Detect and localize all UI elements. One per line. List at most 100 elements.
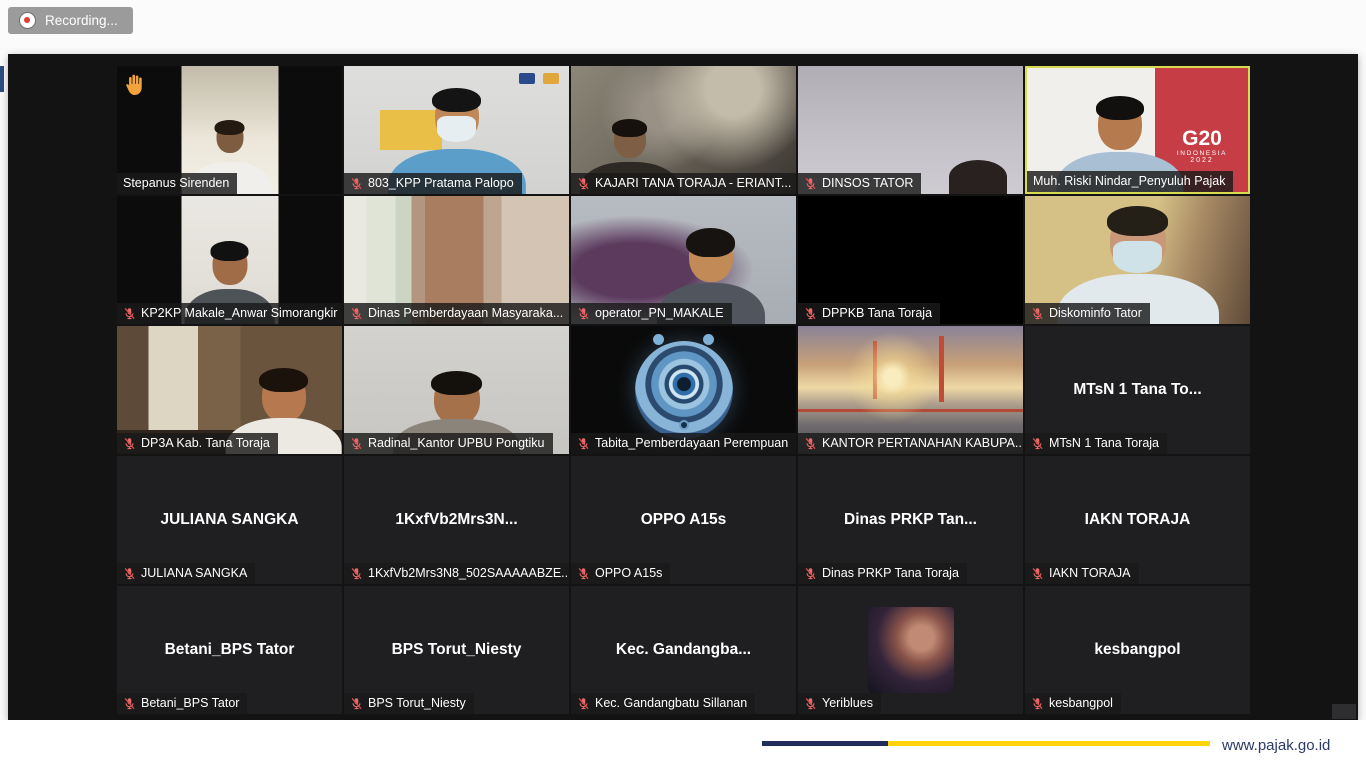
participant-name: OPPO A15s <box>595 566 662 580</box>
participant-display-name: BPS Torut_Niesty <box>392 641 522 659</box>
participant-name-label: DINSOS TATOR <box>798 173 921 194</box>
participant-tile[interactable]: DPPKB Tana Toraja <box>798 196 1023 324</box>
participant-tile[interactable]: Stepanus Sirenden <box>117 66 342 194</box>
participant-name-label: Diskominfo Tator <box>1025 303 1150 324</box>
video-conference-window: Stepanus Sirenden 803_KPP Pratama Palopo <box>8 54 1358 720</box>
footer-url: www.pajak.go.id <box>1222 737 1330 754</box>
participant-tile[interactable]: Kec. Gandangba... Kec. Gandangbatu Silla… <box>571 586 796 714</box>
participant-tile[interactable]: OPPO A15s OPPO A15s <box>571 456 796 584</box>
record-dot-icon <box>19 12 36 29</box>
participant-tile[interactable]: Radinal_Kantor UPBU Pongtiku <box>344 326 569 454</box>
desktop: Recording... Stepanus Sirenden <box>0 0 1366 772</box>
participant-tile[interactable]: DINSOS TATOR <box>798 66 1023 194</box>
participant-tile[interactable]: JULIANA SANGKA JULIANA SANGKA <box>117 456 342 584</box>
muted-mic-icon <box>577 307 590 320</box>
muted-mic-icon <box>350 567 363 580</box>
participant-name: BPS Torut_Niesty <box>368 696 466 710</box>
participant-name: Muh. Riski Nindar_Penyuluh Pajak <box>1033 174 1225 188</box>
participant-name: Radinal_Kantor UPBU Pongtiku <box>368 436 545 450</box>
participant-name-label: KAJARI TANA TORAJA - ERIANT... <box>571 173 796 194</box>
participant-name-label: DPPKB Tana Toraja <box>798 303 940 324</box>
top-strip: Recording... <box>0 0 1366 54</box>
participant-name: Kec. Gandangbatu Sillanan <box>595 696 747 710</box>
participant-name: Yeriblues <box>822 696 873 710</box>
g20-year-text: 2022 <box>1164 157 1240 164</box>
participant-tile[interactable]: Tabita_Pemberdayaan Perempuan <box>571 326 796 454</box>
participant-tile[interactable]: KANTOR PERTANAHAN KABUPA... <box>798 326 1023 454</box>
muted-mic-icon <box>1031 437 1044 450</box>
muted-mic-icon <box>350 697 363 710</box>
participant-name: Stepanus Sirenden <box>123 176 229 190</box>
participant-tile[interactable]: operator_PN_MAKALE <box>571 196 796 324</box>
participant-tile[interactable]: BPS Torut_Niesty BPS Torut_Niesty <box>344 586 569 714</box>
scrollbar-corner[interactable] <box>1332 704 1356 719</box>
muted-mic-icon <box>577 567 590 580</box>
muted-mic-icon <box>577 437 590 450</box>
muted-mic-icon <box>1031 567 1044 580</box>
participant-display-name: 1KxfVb2Mrs3N... <box>395 511 517 529</box>
participant-tile[interactable]: 803_KPP Pratama Palopo <box>344 66 569 194</box>
participant-name: Dinas PRKP Tana Toraja <box>822 566 959 580</box>
recording-label: Recording... <box>45 13 118 28</box>
muted-mic-icon <box>804 437 817 450</box>
muted-mic-icon <box>804 567 817 580</box>
participant-name-label: IAKN TORAJA <box>1025 563 1139 584</box>
participant-display-name: IAKN TORAJA <box>1085 511 1191 529</box>
participant-tile[interactable]: Dinas PRKP Tan... Dinas PRKP Tana Toraja <box>798 456 1023 584</box>
participant-name: Betani_BPS Tator <box>141 696 239 710</box>
participant-name: DINSOS TATOR <box>822 176 913 190</box>
participant-tile[interactable]: MTsN 1 Tana To... MTsN 1 Tana Toraja <box>1025 326 1250 454</box>
participant-tile[interactable]: Diskominfo Tator <box>1025 196 1250 324</box>
participant-name: IAKN TORAJA <box>1049 566 1131 580</box>
participant-name-label: 1KxfVb2Mrs3N8_502SAAAAABZE... <box>344 563 569 584</box>
participant-tile[interactable]: kesbangpol kesbangpol <box>1025 586 1250 714</box>
muted-mic-icon <box>123 307 136 320</box>
participant-tile[interactable]: IAKN TORAJA IAKN TORAJA <box>1025 456 1250 584</box>
footer: www.pajak.go.id <box>0 720 1366 772</box>
muted-mic-icon <box>804 177 817 190</box>
muted-mic-icon <box>123 697 136 710</box>
participant-display-name: Kec. Gandangba... <box>616 641 751 659</box>
participant-name-label: JULIANA SANGKA <box>117 563 255 584</box>
participant-tile-active-speaker[interactable]: G20 INDONESIA 2022 Muh. Riski Nindar_Pen… <box>1025 66 1250 194</box>
participant-name-label: 803_KPP Pratama Palopo <box>344 173 522 194</box>
muted-mic-icon <box>804 697 817 710</box>
participant-name: KANTOR PERTANAHAN KABUPA... <box>822 436 1023 450</box>
participant-name: Tabita_Pemberdayaan Perempuan <box>595 436 788 450</box>
participant-name-label: Stepanus Sirenden <box>117 173 237 194</box>
participant-name: MTsN 1 Tana Toraja <box>1049 436 1159 450</box>
muted-mic-icon <box>577 177 590 190</box>
participant-tile[interactable]: DP3A Kab. Tana Toraja <box>117 326 342 454</box>
participant-tile[interactable]: 1KxfVb2Mrs3N... 1KxfVb2Mrs3N8_502SAAAAAB… <box>344 456 569 584</box>
participant-name-label: kesbangpol <box>1025 693 1121 714</box>
muted-mic-icon <box>577 697 590 710</box>
participant-tile[interactable]: Dinas Pemberdayaan Masyaraka... <box>344 196 569 324</box>
participant-name: kesbangpol <box>1049 696 1113 710</box>
participant-name: 1KxfVb2Mrs3N8_502SAAAAABZE... <box>368 566 569 580</box>
participant-grid: Stepanus Sirenden 803_KPP Pratama Palopo <box>117 66 1250 714</box>
participant-name: 803_KPP Pratama Palopo <box>368 176 514 190</box>
participant-tile[interactable]: KP2KP Makale_Anwar Simorangkir <box>117 196 342 324</box>
participant-name-label: OPPO A15s <box>571 563 670 584</box>
muted-mic-icon <box>1031 697 1044 710</box>
participant-display-name: MTsN 1 Tana To... <box>1073 381 1201 399</box>
participant-tile[interactable]: Yeriblues <box>798 586 1023 714</box>
participant-name-label: Radinal_Kantor UPBU Pongtiku <box>344 433 553 454</box>
avatar <box>868 607 954 693</box>
participant-tile[interactable]: KAJARI TANA TORAJA - ERIANT... <box>571 66 796 194</box>
participant-display-name: OPPO A15s <box>641 511 727 529</box>
participant-display-name: JULIANA SANGKA <box>160 511 298 529</box>
participant-name: Diskominfo Tator <box>1049 306 1142 320</box>
participant-name-label: Betani_BPS Tator <box>117 693 247 714</box>
participant-name: JULIANA SANGKA <box>141 566 247 580</box>
participant-tile[interactable]: Betani_BPS Tator Betani_BPS Tator <box>117 586 342 714</box>
participant-name: operator_PN_MAKALE <box>595 306 724 320</box>
participant-name: KP2KP Makale_Anwar Simorangkir <box>141 306 337 320</box>
participant-display-name: Dinas PRKP Tan... <box>844 511 977 529</box>
participant-name-label: Tabita_Pemberdayaan Perempuan <box>571 433 796 454</box>
participant-name-label: Kec. Gandangbatu Sillanan <box>571 693 755 714</box>
muted-mic-icon <box>350 177 363 190</box>
muted-mic-icon <box>123 437 136 450</box>
participant-name-label: Yeriblues <box>798 693 881 714</box>
recording-indicator[interactable]: Recording... <box>8 7 133 34</box>
